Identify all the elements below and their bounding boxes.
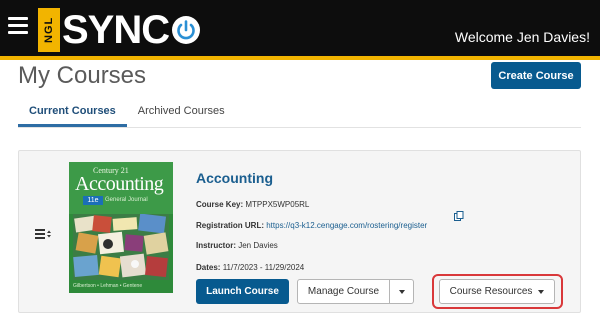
cover-title: Accounting xyxy=(75,173,164,195)
dates-row: Dates: 11/7/2023 - 11/29/2024 xyxy=(196,263,304,272)
dates-label: Dates: xyxy=(196,263,221,272)
instructor-row: Instructor: Jen Davies xyxy=(196,241,278,250)
cover-authors: Gilbertson • Lehman • Gentene xyxy=(73,283,143,289)
manage-course-button[interactable]: Manage Course xyxy=(297,279,390,304)
course-cover-image[interactable]: Century 21 Accounting 11e General Journa… xyxy=(69,162,173,293)
power-icon xyxy=(172,16,201,44)
launch-course-button[interactable]: Launch Course xyxy=(196,279,289,304)
page-title: My Courses xyxy=(18,62,147,89)
chevron-down-icon xyxy=(398,289,405,294)
logo-ngl-text: NGL xyxy=(38,8,60,52)
top-header-bar: NGL SYNC Welcome Jen Davies! xyxy=(0,0,600,56)
manage-course-dropdown-toggle[interactable] xyxy=(390,279,414,304)
course-card: Century 21 Accounting 11e General Journa… xyxy=(18,150,581,313)
chevron-down-icon xyxy=(538,289,545,294)
copy-icon[interactable] xyxy=(454,211,464,221)
create-course-button[interactable]: Create Course xyxy=(491,62,581,89)
registration-url-row: Registration URL: https://q3-k12.cengage… xyxy=(196,221,427,230)
dates-value: 11/7/2023 - 11/29/2024 xyxy=(222,263,305,272)
cover-collage-art xyxy=(73,214,169,280)
course-key-label: Course Key: xyxy=(196,200,244,209)
welcome-message: Welcome Jen Davies! xyxy=(454,29,590,45)
drag-handle-icon[interactable] xyxy=(35,229,51,239)
instructor-value: Jen Davies xyxy=(238,241,278,250)
course-resources-label: Course Resources xyxy=(449,286,533,297)
tabs-divider xyxy=(18,127,581,128)
instructor-label: Instructor: xyxy=(196,241,236,250)
cover-subtitle: General Journal xyxy=(105,197,148,203)
course-resources-button[interactable]: Course Resources xyxy=(439,279,555,304)
course-key-row: Course Key: MTPPX5WP05RL xyxy=(196,200,309,209)
course-tabs: Current Courses Archived Courses xyxy=(18,100,236,127)
registration-url-label: Registration URL: xyxy=(196,221,264,230)
tab-archived-courses[interactable]: Archived Courses xyxy=(127,100,236,127)
registration-url-link[interactable]: https://q3-k12.cengage.com/rostering/reg… xyxy=(266,221,427,230)
course-key-value: MTPPX5WP05RL xyxy=(245,200,310,209)
logo-sync-text: SYNC xyxy=(62,8,170,52)
cover-edition: 11e xyxy=(83,196,103,205)
ngl-sync-logo[interactable]: NGL SYNC xyxy=(38,4,201,52)
header-accent-stripe xyxy=(0,56,600,60)
tab-current-courses[interactable]: Current Courses xyxy=(18,100,127,127)
hamburger-menu-icon[interactable] xyxy=(8,17,28,35)
course-name-link[interactable]: Accounting xyxy=(196,170,273,186)
